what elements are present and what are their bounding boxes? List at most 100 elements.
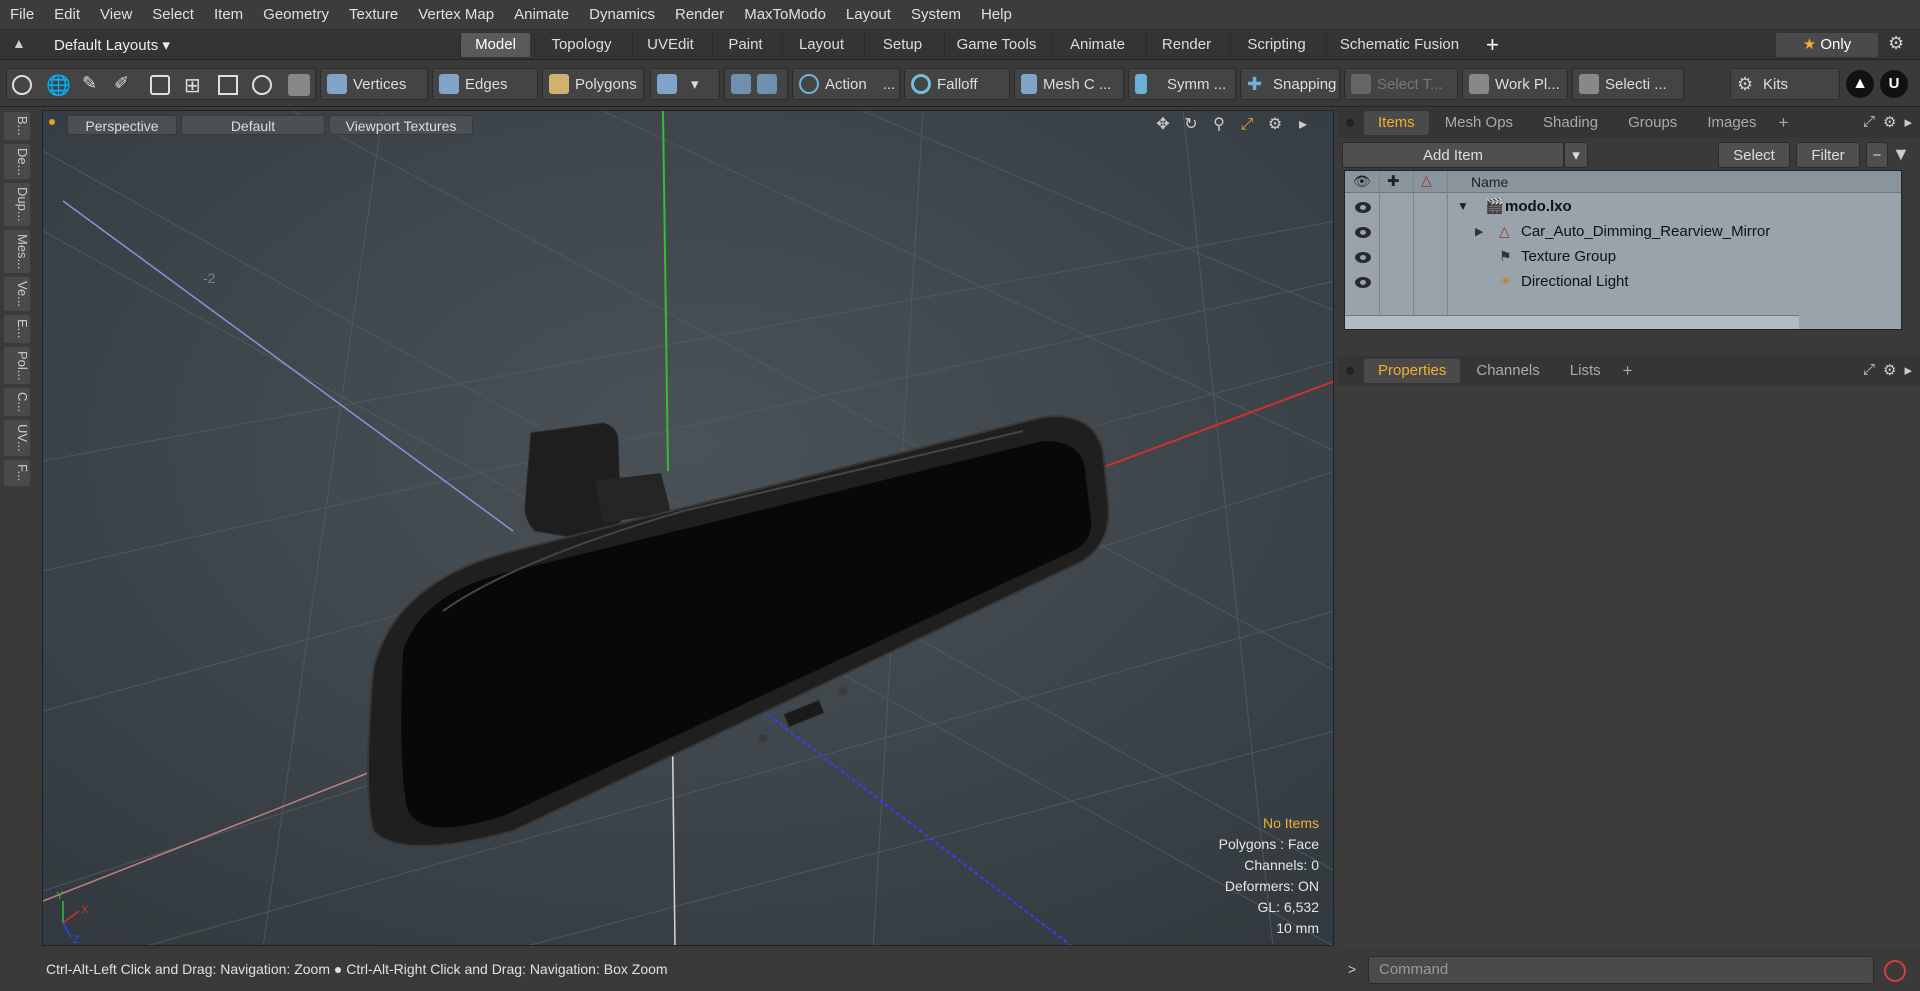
menu-dynamics[interactable]: Dynamics <box>579 6 665 23</box>
menu-geometry[interactable]: Geometry <box>253 6 339 23</box>
visibility-eye-icon[interactable] <box>1355 227 1371 238</box>
tab-layout[interactable]: Layout <box>782 33 860 57</box>
zoom-icon[interactable]: ⚲ <box>1209 115 1229 135</box>
pen-icon[interactable]: ✎ <box>82 73 97 94</box>
viewport-textures-button[interactable]: Viewport Textures <box>329 115 473 135</box>
left-tab-mesh-edit[interactable]: Mes... <box>4 229 30 274</box>
funnel-icon[interactable]: ▼ <box>1892 144 1910 165</box>
square-ring-icon[interactable] <box>218 75 238 95</box>
menu-edit[interactable]: Edit <box>44 6 90 23</box>
viewport-gear-icon[interactable]: ⚙ <box>1265 115 1285 135</box>
left-tab-polygon[interactable]: Pol... <box>4 346 30 385</box>
select-circle-icon[interactable] <box>12 75 32 95</box>
tab-model[interactable]: Model <box>460 33 530 57</box>
falloff-button[interactable]: Falloff <box>904 68 1010 100</box>
tab-shading[interactable]: Shading <box>1529 111 1612 135</box>
stack-icon[interactable] <box>150 75 170 95</box>
tree-horizontal-scrollbar[interactable] <box>1345 315 1799 329</box>
filter-button[interactable]: Filter <box>1796 142 1860 168</box>
gear-icon[interactable]: ⚙ <box>1888 33 1904 54</box>
selection-sets-button[interactable]: Selecti ... <box>1572 68 1684 100</box>
mesh-constraint-button[interactable]: Mesh C ... <box>1014 68 1124 100</box>
left-tab-basic[interactable]: B... <box>4 112 30 140</box>
tree-row-scene[interactable]: ▼ 🎬 modo.lxo <box>1345 195 1901 220</box>
panel-dot-icon[interactable] <box>1346 119 1354 127</box>
rotate-icon[interactable]: ↻ <box>1181 115 1201 135</box>
name-column-header[interactable]: Name <box>1471 174 1508 190</box>
record-icon[interactable] <box>1884 960 1906 982</box>
add-tab-icon[interactable]: + <box>1486 32 1499 58</box>
polygons-button[interactable]: Polygons <box>542 68 644 100</box>
unreal-icon[interactable]: U <box>1880 70 1908 98</box>
left-tab-vertex[interactable]: Ve... <box>4 277 30 312</box>
add-panel-tab-icon[interactable]: + <box>1773 113 1795 133</box>
shading-default-button[interactable]: Default <box>181 115 325 135</box>
symmetry-shield-button[interactable] <box>724 68 788 100</box>
panel-gear-icon[interactable]: ⚙ <box>1883 113 1896 131</box>
visibility-eye-icon[interactable] <box>1355 202 1371 213</box>
menu-file[interactable]: File <box>0 6 44 23</box>
globe-icon[interactable]: 🌐 <box>46 73 71 98</box>
tab-game-tools[interactable]: Game Tools <box>944 33 1048 57</box>
add-item-button[interactable]: Add Item <box>1342 142 1564 168</box>
panel-gear-icon[interactable]: ⚙ <box>1883 361 1896 379</box>
tab-schematic-fusion[interactable]: Schematic Fusion <box>1326 33 1472 57</box>
grid-icon[interactable]: ⊞ <box>184 73 201 98</box>
tab-groups[interactable]: Groups <box>1614 111 1691 135</box>
tab-uvedit[interactable]: UVEdit <box>632 33 708 57</box>
menu-vertex-map[interactable]: Vertex Map <box>408 6 504 23</box>
tab-scripting[interactable]: Scripting <box>1230 33 1322 57</box>
tab-lists[interactable]: Lists <box>1556 359 1615 383</box>
3d-viewport[interactable]: -2 Y X Z Perspective Default Viewport Te… <box>42 110 1334 946</box>
select-button[interactable]: Select <box>1718 142 1790 168</box>
panel-dot-icon[interactable] <box>1346 367 1354 375</box>
tree-row-mesh[interactable]: ▶ △ Car_Auto_Dimming_Rearview_Mirror <box>1345 220 1901 245</box>
item-mode-button[interactable]: ▾ <box>650 68 720 100</box>
panel-expand-icon[interactable]: ⤢ <box>1863 361 1875 379</box>
menu-animate[interactable]: Animate <box>504 6 579 23</box>
layout-selector[interactable]: Default Layouts ▾ <box>54 36 170 54</box>
select-through-button[interactable]: Select T... <box>1344 68 1458 100</box>
maximize-icon[interactable]: ⤢ <box>1237 115 1257 135</box>
tab-topology[interactable]: Topology <box>534 33 628 57</box>
tab-paint[interactable]: Paint <box>712 33 778 57</box>
expand-triangle-icon[interactable]: ▶ <box>1475 225 1483 238</box>
kits-button[interactable]: ⚙ Kits <box>1730 68 1840 100</box>
snapping-button[interactable]: ✚ Snapping <box>1240 68 1340 100</box>
brush-icon[interactable]: ✐ <box>114 73 129 94</box>
tab-animate[interactable]: Animate <box>1052 33 1142 57</box>
circle-slash-icon[interactable] <box>252 75 272 95</box>
tab-mesh-ops[interactable]: Mesh Ops <box>1431 111 1527 135</box>
left-tab-edge[interactable]: E... <box>4 315 30 343</box>
cube-icon[interactable] <box>288 74 310 96</box>
menu-layout[interactable]: Layout <box>836 6 901 23</box>
expand-triangle-icon[interactable]: ▼ <box>1457 199 1469 213</box>
menu-maxtomodo[interactable]: MaxToModo <box>734 6 836 23</box>
menu-render[interactable]: Render <box>665 6 734 23</box>
menu-texture[interactable]: Texture <box>339 6 408 23</box>
tab-setup[interactable]: Setup <box>864 33 940 57</box>
visibility-eye-icon[interactable] <box>1355 252 1371 263</box>
visibility-eye-icon[interactable] <box>1355 277 1371 288</box>
collapse-arrow-icon[interactable]: ▲ <box>12 35 26 51</box>
unity-icon[interactable]: ▲ <box>1846 70 1874 98</box>
panel-expand-icon[interactable]: ⤢ <box>1863 113 1875 131</box>
menu-item[interactable]: Item <box>204 6 253 23</box>
menu-select[interactable]: Select <box>142 6 204 23</box>
left-tab-curve[interactable]: C... <box>4 388 30 417</box>
tree-row-texture-group[interactable]: ⚑ Texture Group <box>1345 245 1901 270</box>
viewport-menu-dot-icon[interactable] <box>49 119 55 125</box>
tab-items[interactable]: Items <box>1364 111 1429 135</box>
work-plane-button[interactable]: Work Pl... <box>1462 68 1568 100</box>
tab-render[interactable]: Render <box>1146 33 1226 57</box>
pan-icon[interactable]: ✥ <box>1153 115 1173 135</box>
menu-help[interactable]: Help <box>971 6 1022 23</box>
viewport-expand-arrow-icon[interactable]: ▸ <box>1293 115 1313 135</box>
menu-system[interactable]: System <box>901 6 971 23</box>
left-tab-uv[interactable]: UV... <box>4 420 30 457</box>
collapse-list-button[interactable]: − <box>1866 142 1888 168</box>
menu-view[interactable]: View <box>90 6 142 23</box>
panel-arrow-icon[interactable]: ▸ <box>1904 361 1912 379</box>
add-item-dropdown[interactable]: ▾ <box>1564 142 1588 168</box>
add-panel-tab-icon[interactable]: + <box>1617 361 1639 381</box>
